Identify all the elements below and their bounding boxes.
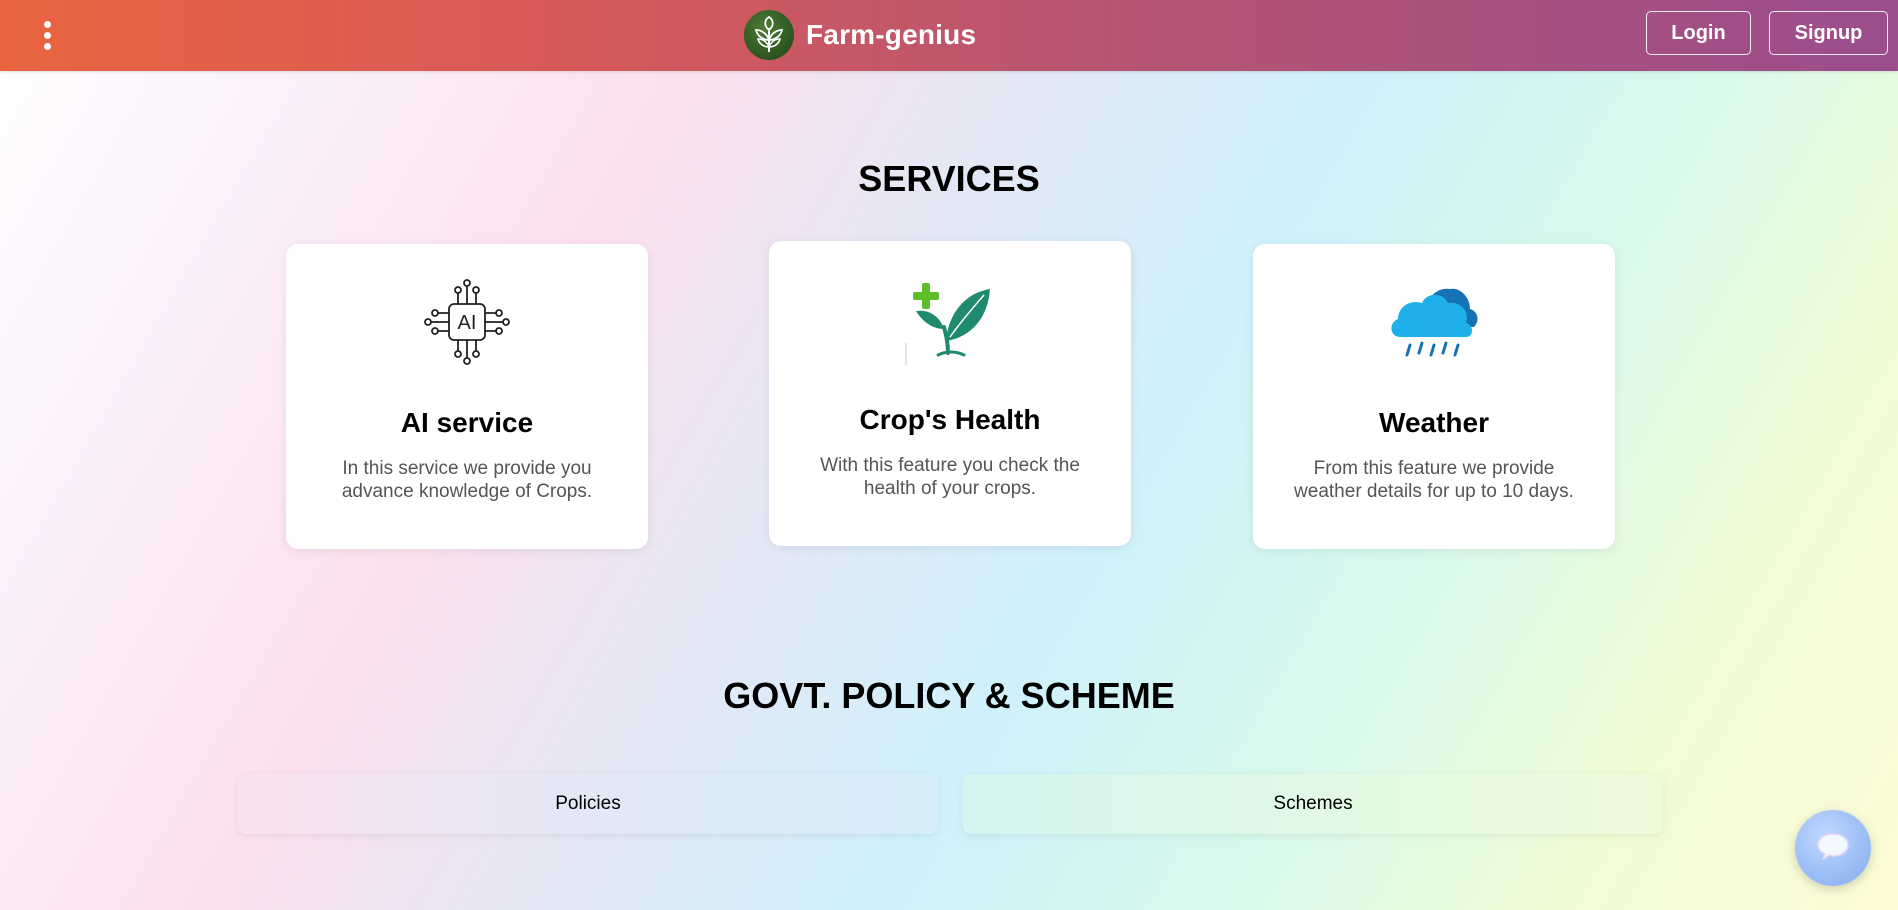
card-description: In this service we provide you advance k… xyxy=(341,458,593,502)
policies-label: Policies xyxy=(555,793,621,814)
plant-health-icon xyxy=(902,271,998,367)
brand[interactable]: Farm-genius xyxy=(744,9,976,61)
schemes-label: Schemes xyxy=(1273,793,1353,814)
services-heading: SERVICES xyxy=(858,158,1040,199)
service-card-ai[interactable]: AI AI service In this service we provide… xyxy=(286,244,648,549)
card-title: AI service xyxy=(400,407,534,438)
card-title: Weather xyxy=(1379,407,1489,438)
govt-policy-heading: GOVT. POLICY & SCHEME xyxy=(723,675,1175,716)
brand-name: Farm-genius xyxy=(806,19,977,50)
signup-button[interactable]: Signup xyxy=(1769,11,1888,55)
card-description: From this feature we provide weather det… xyxy=(1294,458,1574,502)
policies-button[interactable]: Policies xyxy=(238,774,938,834)
service-card-crop-health[interactable]: Crop's Health With this feature you chec… xyxy=(769,241,1131,546)
chat-button[interactable] xyxy=(1795,810,1871,886)
svg-text:AI: AI xyxy=(458,312,477,334)
rain-cloud-icon xyxy=(1386,274,1482,370)
chat-bubble-icon xyxy=(1816,832,1850,865)
leaf-sprout-logo-icon xyxy=(744,10,794,60)
kebab-menu-icon[interactable] xyxy=(34,18,60,52)
ai-chip-icon: AI xyxy=(419,274,515,370)
login-button[interactable]: Login xyxy=(1646,11,1751,55)
service-card-weather[interactable]: Weather From this feature we provide wea… xyxy=(1253,244,1615,549)
card-description: With this feature you check the health o… xyxy=(820,455,1080,499)
card-title: Crop's Health xyxy=(859,404,1041,435)
schemes-button[interactable]: Schemes xyxy=(963,774,1663,834)
top-navbar: Farm-genius Login Signup xyxy=(0,0,1898,71)
